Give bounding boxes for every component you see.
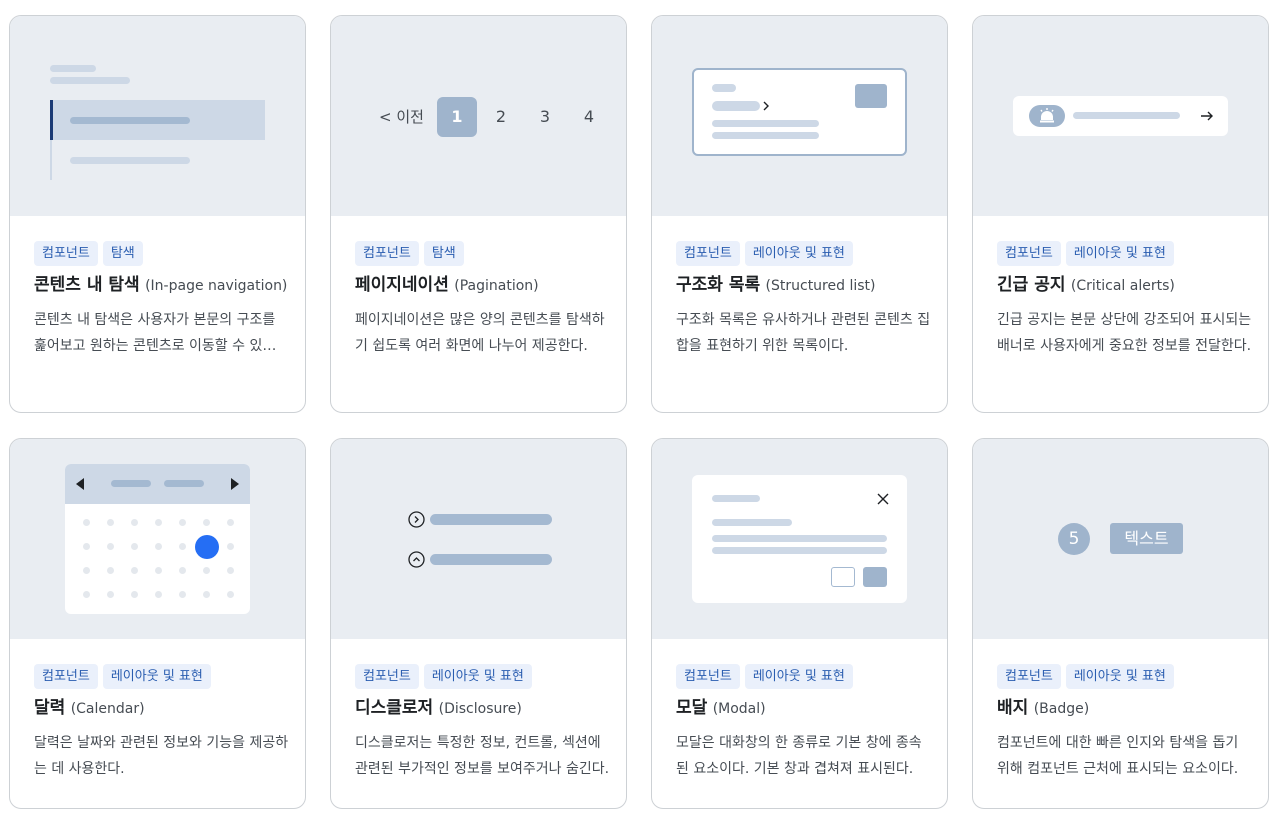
- calendar-day-dot: [227, 519, 234, 526]
- card-title: 모달 (Modal): [676, 698, 766, 718]
- calendar-day-dot: [107, 567, 114, 574]
- card-description: 긴급 공지는 본문 상단에 강조되어 표시되는 배너로 사용자에게 중요한 정보…: [997, 312, 1252, 354]
- arrow-right-icon: [1201, 111, 1213, 121]
- card-critical-alerts[interactable]: 컴포넌트 레이아웃 및 표현 긴급 공지 (Critical alerts) 긴…: [972, 15, 1269, 413]
- card-description: 구조화 목록은 유사하거나 관련된 콘텐츠 집합을 표현하기 위한 목록이다.: [676, 312, 931, 354]
- tag: 레이아웃 및 표현: [1065, 664, 1174, 689]
- thumbnail-in-page-navigation: [10, 16, 305, 216]
- tag: 컴포넌트: [355, 664, 419, 689]
- caret-right-icon: [231, 478, 239, 490]
- card-modal[interactable]: 컴포넌트 레이아웃 및 표현 모달 (Modal) 모달은 대화창의 한 종류로…: [651, 438, 948, 809]
- page-number: 3: [539, 107, 551, 126]
- card-pagination[interactable]: < 이전 1 2 3 4 컴포넌트 탐색 페이지네이션 (Pagination)…: [330, 15, 627, 413]
- calendar-day-dot: [107, 543, 114, 550]
- calendar-day-dot: [107, 591, 114, 598]
- card-in-page-navigation[interactable]: 컴포넌트 탐색 콘텐츠 내 탐색 (In-page navigation) 콘텐…: [9, 15, 306, 413]
- calendar-day-dot: [83, 519, 90, 526]
- chevron-icon: [763, 101, 769, 111]
- card-title: 긴급 공지 (Critical alerts): [997, 275, 1175, 295]
- card-title: 디스클로저 (Disclosure): [355, 698, 522, 718]
- calendar-day-dot: [179, 567, 186, 574]
- calendar-day-dot: [155, 543, 162, 550]
- caret-left-icon: [76, 478, 84, 490]
- calendar-day-dot: [179, 519, 186, 526]
- tag: 레이아웃 및 표현: [744, 664, 853, 689]
- card-disclosure[interactable]: 컴포넌트 레이아웃 및 표현 디스클로저 (Disclosure) 디스클로저는…: [330, 438, 627, 809]
- calendar-day-dot: [155, 519, 162, 526]
- chevron-circle-right-icon: [408, 511, 425, 528]
- calendar-day-dot: [227, 591, 234, 598]
- tag: 레이아웃 및 표현: [1065, 241, 1174, 266]
- thumbnail-badge: 5 텍스트: [973, 439, 1268, 639]
- tag: 컴포넌트: [676, 241, 740, 266]
- card-description: 콘텐츠 내 탐색은 사용자가 본문의 구조를 훑어보고 원하는 콘텐츠로 이동할…: [34, 312, 289, 354]
- tag: 컴포넌트: [355, 241, 419, 266]
- tag: 컴포넌트: [997, 664, 1061, 689]
- calendar-day-dot: [131, 519, 138, 526]
- calendar-day-dot: [83, 543, 90, 550]
- calendar-day-dot: [203, 591, 210, 598]
- thumbnail-calendar: [10, 439, 305, 639]
- thumbnail-disclosure: [331, 439, 626, 639]
- selected-date: [195, 535, 219, 559]
- calendar-day-dot: [83, 591, 90, 598]
- card-description: 페이지네이션은 많은 양의 콘텐츠를 탐색하기 쉽도록 여러 화면에 나누어 제…: [355, 312, 605, 354]
- page-number: 2: [495, 107, 507, 126]
- card-description: 모달은 대화창의 한 종류로 기본 창에 종속된 요소이다. 기본 창과 겹쳐져…: [676, 735, 922, 777]
- tag: 컴포넌트: [34, 664, 98, 689]
- calendar-day-dot: [131, 591, 138, 598]
- card-title: 달력 (Calendar): [34, 698, 145, 718]
- card-structured-list[interactable]: 컴포넌트 레이아웃 및 표현 구조화 목록 (Structured list) …: [651, 15, 948, 413]
- thumbnail-modal: [652, 439, 947, 639]
- calendar-day-dot: [107, 519, 114, 526]
- calendar-day-dot: [131, 567, 138, 574]
- card-description: 컴포넌트에 대한 빠른 인지와 탐색을 돕기 위해 컴포넌트 근처에 표시되는 …: [997, 735, 1239, 777]
- card-title: 배지 (Badge): [997, 698, 1090, 718]
- card-calendar[interactable]: 컴포넌트 레이아웃 및 표현 달력 (Calendar) 달력은 날짜와 관련된…: [9, 438, 306, 809]
- thumbnail-pagination: < 이전 1 2 3 4: [331, 16, 626, 216]
- tag: 레이아웃 및 표현: [102, 664, 211, 689]
- tag: 레이아웃 및 표현: [744, 241, 853, 266]
- tag: 컴포넌트: [34, 241, 98, 266]
- tag: 컴포넌트: [676, 664, 740, 689]
- siren-icon: [1029, 105, 1065, 127]
- tag: 탐색: [423, 241, 464, 266]
- tag: 레이아웃 및 표현: [423, 664, 532, 689]
- pagination-prev-label: < 이전: [379, 108, 424, 126]
- page-number: 4: [583, 107, 595, 126]
- tag: 컴포넌트: [997, 241, 1061, 266]
- calendar-day-dot: [203, 567, 210, 574]
- card-description: 달력은 날짜와 관련된 정보와 기능을 제공하는 데 사용한다.: [34, 735, 289, 777]
- card-title: 페이지네이션 (Pagination): [355, 275, 539, 295]
- count-badge: 5: [1058, 523, 1090, 555]
- thumbnail-critical-alerts: [973, 16, 1268, 216]
- calendar-day-dot: [203, 519, 210, 526]
- calendar-day-dot: [179, 591, 186, 598]
- text-badge: 텍스트: [1110, 523, 1183, 554]
- card-description: 디스클로저는 특정한 정보, 컨트롤, 섹션에 관련된 부가적인 정보를 보여주…: [355, 735, 610, 777]
- thumbnail-structured-list: [652, 16, 947, 216]
- calendar-day-dot: [155, 591, 162, 598]
- calendar-day-dot: [179, 543, 186, 550]
- calendar-day-dot: [155, 567, 162, 574]
- chevron-circle-up-icon: [408, 551, 425, 568]
- page-number-active: 1: [437, 97, 477, 137]
- calendar-day-dot: [227, 567, 234, 574]
- card-title: 콘텐츠 내 탐색 (In-page navigation): [34, 275, 288, 295]
- calendar-day-dot: [227, 543, 234, 550]
- card-badge[interactable]: 5 텍스트 컴포넌트 레이아웃 및 표현 배지 (Badge) 컴포넌트에 대한…: [972, 438, 1269, 809]
- calendar-day-dot: [131, 543, 138, 550]
- tag: 탐색: [102, 241, 143, 266]
- close-icon: [877, 493, 889, 505]
- calendar-day-dot: [83, 567, 90, 574]
- card-title: 구조화 목록 (Structured list): [676, 275, 876, 295]
